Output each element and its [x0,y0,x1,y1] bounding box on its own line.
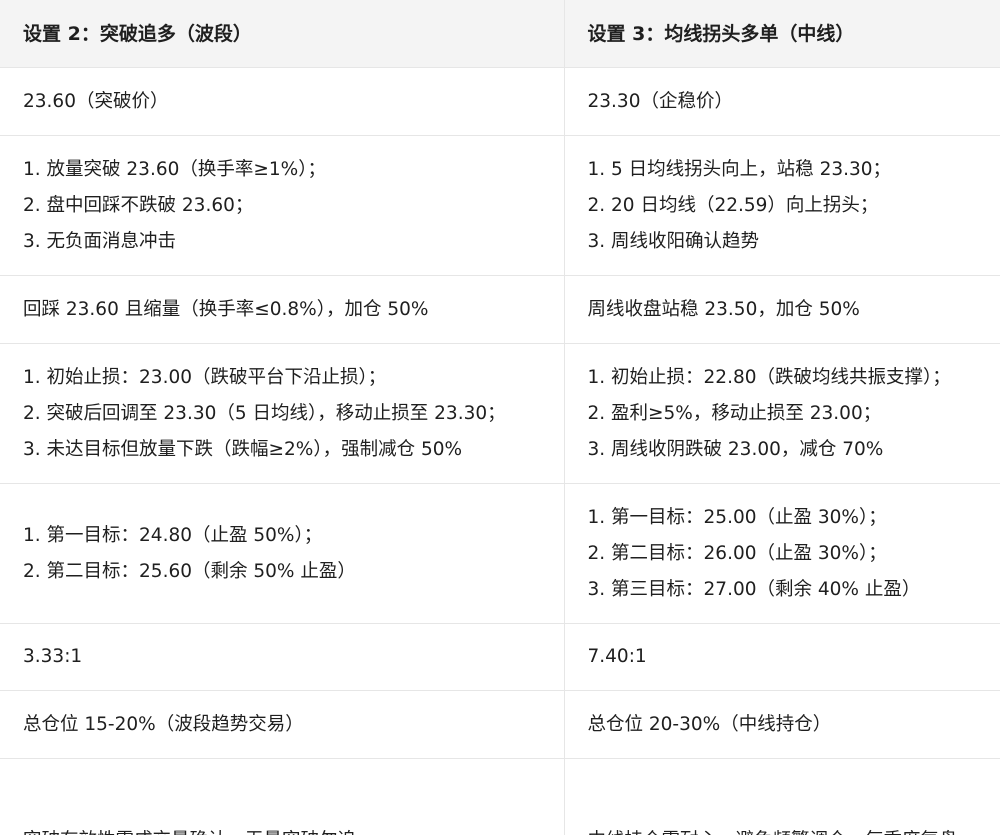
strategy-table: 设置 2：突破追多（波段） 设置 3：均线拐头多单（中线） 23.60（突破价）… [0,0,1000,835]
cell-line: 1. 初始止损：23.00（跌破平台下沿止损）； [23,366,387,388]
table-row-entry-conditions: 1. 放量突破 23.60（换手率≥1%）； 2. 盘中回踩不跌破 23.60；… [0,135,1000,276]
cell-line: 2. 第二目标：25.60（剩余 50% 止盈） [23,560,356,582]
cell-setup-2-add: 回踩 23.60 且缩量（换手率≤0.8%），加仓 50% [0,275,565,344]
cell-line: 1. 第一目标：25.00（止盈 30%）； [587,506,887,528]
cell-line: 1. 放量突破 23.60（换手率≥1%）； [23,158,326,180]
cell-setup-3-conditions: 1. 5 日均线拐头向上，站稳 23.30； 2. 20 日均线（22.59）向… [564,135,1000,276]
cell-setup-3-add: 周线收盘站稳 23.50，加仓 50% [564,275,1000,344]
table-header-row: 设置 2：突破追多（波段） 设置 3：均线拐头多单（中线） [0,0,1000,68]
cell-line: 1. 初始止损：22.80（跌破均线共振支撑）； [587,366,951,388]
cell-line: 2. 盘中回踩不跌破 23.60； [23,194,254,216]
cell-setup-2-stop-loss: 1. 初始止损：23.00（跌破平台下沿止损）； 2. 突破后回调至 23.30… [0,343,565,484]
cell-line: 3. 无负面消息冲击 [23,230,177,252]
cell-line: 2. 突破后回调至 23.30（5 日均线），移动止损至 23.30； [23,402,506,424]
cell-setup-3-position: 总仓位 20-30%（中线持仓） [564,690,1000,759]
cell-setup-2-entry-price: 23.60（突破价） [0,67,565,136]
table-row-position-size: 总仓位 15-20%（波段趋势交易） 总仓位 20-30%（中线持仓） [0,690,1000,759]
cell-line: 回踩 23.60 且缩量（换手率≤0.8%），加仓 50% [23,298,429,320]
cell-line: 2. 盈利≥5%，移动止损至 23.00； [587,402,882,424]
cell-setup-2-note: 突破有效性需成交量确认，无量突破勿追 [0,758,565,835]
cell-line: 中线持仓需耐心，避免频繁调仓，每季度复盘 [588,823,1000,835]
cell-line: 3. 周线收阳确认趋势 [587,230,760,252]
cell-line: 1. 第一目标：24.80（止盈 50%）； [23,524,323,546]
header-setup-3: 设置 3：均线拐头多单（中线） [564,0,1000,68]
cell-line: 总仓位 20-30%（中线持仓） [587,713,832,735]
cell-line: 23.30（企稳价） [587,90,733,112]
cell-line: 3. 周线收阴跌破 23.00，减仓 70% [587,438,884,460]
cell-setup-2-conditions: 1. 放量突破 23.60（换手率≥1%）； 2. 盘中回踩不跌破 23.60；… [0,135,565,276]
cell-line: 1. 5 日均线拐头向上，站稳 23.30； [587,158,892,180]
cell-line: 2. 第二目标：26.00（止盈 30%）； [587,542,887,564]
cell-setup-3-risk-reward: 7.40:1 [564,623,1000,691]
cell-setup-3-stop-loss: 1. 初始止损：22.80（跌破均线共振支撑）； 2. 盈利≥5%，移动止损至 … [564,343,1000,484]
table-row-notes: 突破有效性需成交量确认，无量突破勿追 中线持仓需耐心，避免频繁调仓，每季度复盘 [0,758,1000,835]
cell-setup-2-targets: 1. 第一目标：24.80（止盈 50%）； 2. 第二目标：25.60（剩余 … [0,483,565,624]
strategy-table-container: 设置 2：突破追多（波段） 设置 3：均线拐头多单（中线） 23.60（突破价）… [0,0,1000,835]
cell-setup-2-risk-reward: 3.33:1 [0,623,565,691]
table-row-add-position: 回踩 23.60 且缩量（换手率≤0.8%），加仓 50% 周线收盘站稳 23.… [0,275,1000,344]
cell-setup-3-targets: 1. 第一目标：25.00（止盈 30%）； 2. 第二目标：26.00（止盈 … [564,483,1000,624]
cell-line: 突破有效性需成交量确认，无量突破勿追 [23,823,542,835]
cell-line: 3. 第三目标：27.00（剩余 40% 止盈） [587,578,921,600]
header-setup-2: 设置 2：突破追多（波段） [0,0,565,68]
cell-setup-3-note: 中线持仓需耐心，避免频繁调仓，每季度复盘 [564,758,1000,835]
cell-line: 周线收盘站稳 23.50，加仓 50% [587,298,860,320]
cell-line: 3.33:1 [23,646,83,667]
table-row-stop-loss: 1. 初始止损：23.00（跌破平台下沿止损）； 2. 突破后回调至 23.30… [0,343,1000,484]
cell-line: 总仓位 15-20%（波段趋势交易） [23,713,304,735]
table-row-entry-price: 23.60（突破价） 23.30（企稳价） [0,67,1000,136]
cell-line: 2. 20 日均线（22.59）向上拐头； [587,194,879,216]
cell-line: 7.40:1 [587,646,647,667]
cell-line: 23.60（突破价） [23,90,169,112]
cell-line: 3. 未达目标但放量下跌（跌幅≥2%），强制减仓 50% [23,438,463,460]
cell-setup-2-position: 总仓位 15-20%（波段趋势交易） [0,690,565,759]
table-row-targets: 1. 第一目标：24.80（止盈 50%）； 2. 第二目标：25.60（剩余 … [0,483,1000,624]
table-row-risk-reward: 3.33:1 7.40:1 [0,623,1000,691]
cell-setup-3-entry-price: 23.30（企稳价） [564,67,1000,136]
